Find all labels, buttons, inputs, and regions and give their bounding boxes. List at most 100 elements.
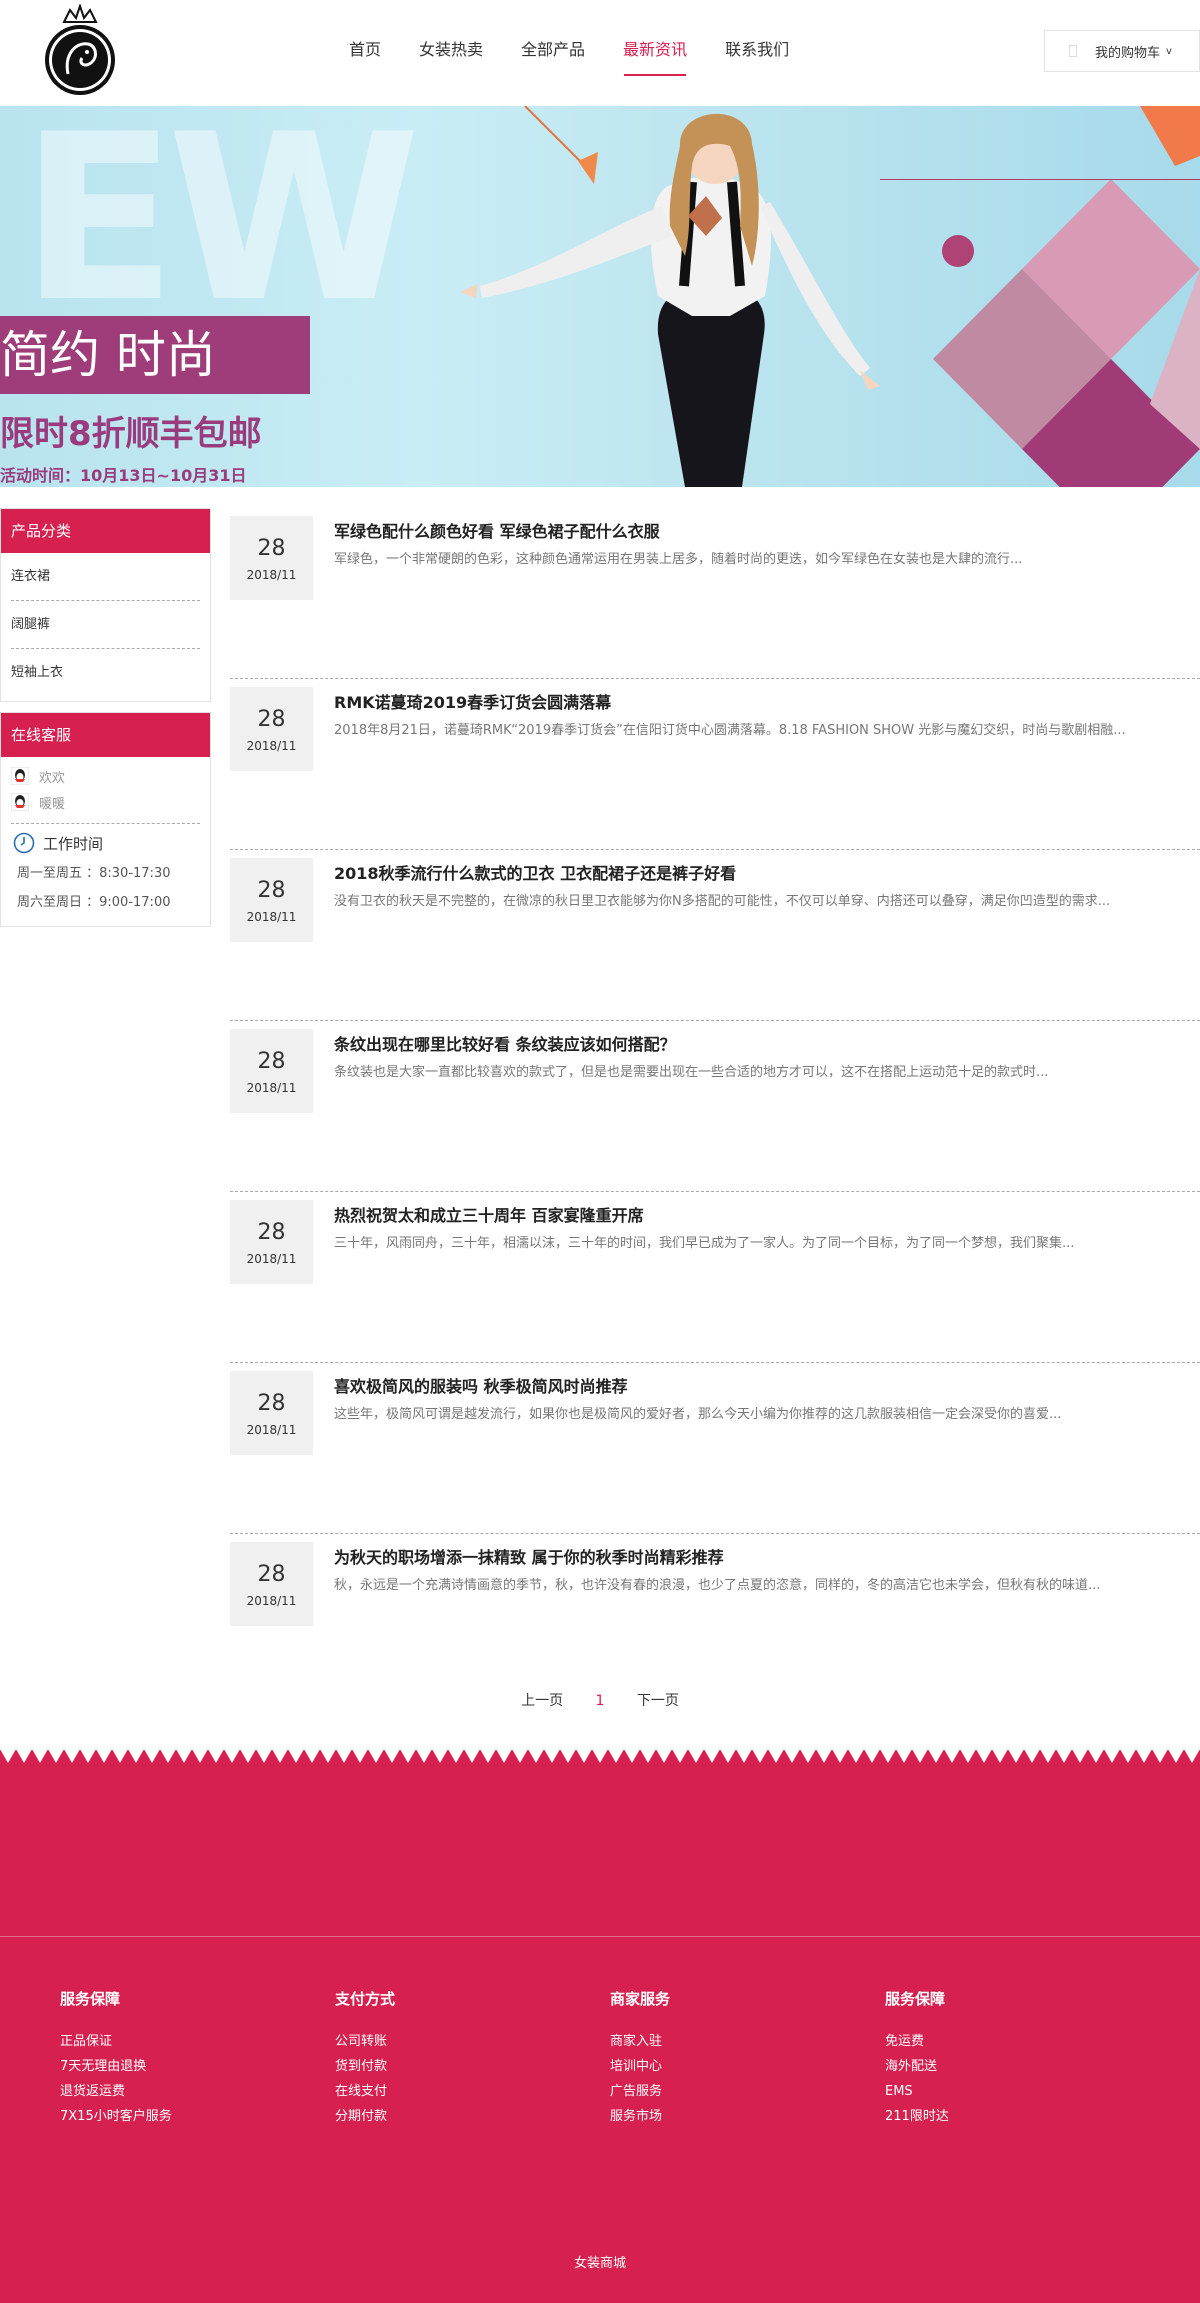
news-summary: 这些年，极简风可谓是越发流行，如果你也是极简风的爱好者，那么今天小编为你推荐的这…: [334, 1407, 1062, 1422]
logo[interactable]: [40, 2, 120, 100]
news-title-link[interactable]: 2018秋季流行什么款式的卫衣 卫衣配裙子还是裤子好看: [334, 860, 736, 884]
nav-all-products[interactable]: 全部产品: [502, 0, 604, 106]
footer-divider: [0, 1936, 1200, 1937]
cart-button[interactable]: 我的购物车 v: [1044, 30, 1200, 72]
news-year-month: 2018/11: [246, 1081, 297, 1095]
news-title-link[interactable]: RMK诺蔓琦2019春季订货会圆满落幕: [334, 689, 611, 713]
news-title-link[interactable]: 军绿色配什么颜色好看 军绿色裙子配什么衣服: [334, 518, 660, 542]
footer-link[interactable]: 广告服务: [610, 2079, 885, 2104]
next-page-link[interactable]: 下一页: [637, 1690, 679, 1710]
news-day: 28: [257, 1562, 286, 1587]
banner-promo: 限时8折顺丰包邮: [0, 414, 262, 454]
prev-page-link[interactable]: 上一页: [521, 1690, 563, 1710]
footer: 服务保障 正品保证 7天无理由退换 退货返运费 7X15小时客户服务 支付方式 …: [0, 1749, 1200, 2303]
news-day: 28: [257, 1220, 286, 1245]
footer-col-title: 支付方式: [335, 1990, 396, 2008]
pagination: 上一页 1 下一页: [0, 1690, 1200, 1710]
banner-slogan: 简约 时尚: [0, 316, 310, 394]
footer-link[interactable]: 211限时达: [885, 2104, 1160, 2129]
news-year-month: 2018/11: [246, 1423, 297, 1437]
news-day: 28: [257, 1049, 286, 1074]
footer-link[interactable]: 在线支付: [335, 2079, 610, 2104]
news-summary: 三十年，风雨同舟，三十年，相濡以沫，三十年的时间，我们早已成为了一家人。为了同一…: [334, 1236, 1075, 1251]
footer-link[interactable]: 7天无理由退换: [60, 2054, 335, 2079]
hero-banner[interactable]: EW 简约 时尚 限时8折顺丰包邮 活动时间：10月13日~10月31日: [0, 106, 1200, 487]
footer-link[interactable]: 退货返运费: [60, 2079, 335, 2104]
footer-link[interactable]: 免运费: [885, 2029, 1160, 2054]
news-day: 28: [257, 707, 286, 732]
banner-line: [880, 179, 1200, 180]
news-title-link[interactable]: 条纹出现在哪里比较好看 条纹装应该如何搭配？: [334, 1031, 676, 1055]
news-year-month: 2018/11: [246, 1594, 297, 1608]
cart-label: 我的购物车: [1095, 45, 1161, 61]
footer-link[interactable]: 货到付款: [335, 2054, 610, 2079]
news-item: 28 2018/11 2018秋季流行什么款式的卫衣 卫衣配裙子还是裤子好看 没…: [230, 850, 1200, 1021]
footer-zigzag: [0, 1749, 1200, 1763]
service-label: 欢欢: [39, 770, 66, 786]
news-item: 28 2018/11 军绿色配什么颜色好看 军绿色裙子配什么衣服 军绿色，一个非…: [230, 508, 1200, 679]
work-hours-weekday: 周一至周五 ：8:30-17:30: [17, 866, 171, 881]
chevron-down-icon: v: [1166, 45, 1172, 57]
service-item-nuannuan[interactable]: 暖暖: [11, 789, 200, 815]
service-list: 欢欢 暖暖: [1, 757, 210, 819]
news-summary: 条纹装也是大家一直都比较喜欢的款式了，但是也是需要出现在一些合适的地方才可以，这…: [334, 1065, 1049, 1080]
footer-col-title: 服务保障: [60, 1990, 121, 2008]
footer-link[interactable]: 公司转账: [335, 2029, 610, 2054]
footer-link[interactable]: 海外配送: [885, 2054, 1160, 2079]
cart-icon: [1069, 45, 1077, 57]
service-title: 在线客服: [1, 713, 210, 757]
service-item-huanhuan[interactable]: 欢欢: [11, 763, 200, 789]
footer-link[interactable]: 分期付款: [335, 2104, 610, 2129]
main-nav: 首页 女装热卖 全部产品 最新资讯 联系我们: [330, 0, 808, 106]
footer-link[interactable]: 服务市场: [610, 2104, 885, 2129]
footer-col-payment: 支付方式 公司转账 货到付款 在线支付 分期付款: [335, 1988, 610, 2129]
footer-col-title: 服务保障: [885, 1990, 946, 2008]
news-summary: 没有卫衣的秋天是不完整的，在微凉的秋日里卫衣能够为你N多搭配的可能性，不仅可以单…: [334, 894, 1111, 909]
news-date: 28 2018/11: [230, 858, 313, 942]
nav-contact[interactable]: 联系我们: [706, 0, 808, 106]
news-list: 28 2018/11 军绿色配什么颜色好看 军绿色裙子配什么衣服 军绿色，一个非…: [230, 508, 1200, 1705]
news-summary: 秋，永远是一个充满诗情画意的季节，秋，也许没有春的浪漫，也少了点夏的恣意，同样的…: [334, 1578, 1101, 1593]
service-label: 暖暖: [39, 796, 66, 812]
category-list: 连衣裙 阔腿裤 短袖上衣: [1, 553, 210, 701]
footer-link[interactable]: 7X15小时客户服务: [60, 2104, 335, 2129]
news-title-link[interactable]: 喜欢极简风的服装吗 秋季极简风时尚推荐: [334, 1373, 628, 1397]
footer-col-delivery: 服务保障 免运费 海外配送 EMS 211限时达: [885, 1988, 1160, 2129]
footer-link[interactable]: 正品保证: [60, 2029, 335, 2054]
header: 首页 女装热卖 全部产品 最新资讯 联系我们 我的购物车 v: [0, 0, 1200, 106]
work-hours-heading: 工作时间: [1, 824, 210, 856]
current-page[interactable]: 1: [596, 1693, 605, 1709]
category-item-dress[interactable]: 连衣裙: [11, 553, 200, 601]
news-year-month: 2018/11: [246, 568, 297, 582]
news-date: 28 2018/11: [230, 1200, 313, 1284]
news-day: 28: [257, 878, 286, 903]
footer-columns: 服务保障 正品保证 7天无理由退换 退货返运费 7X15小时客户服务 支付方式 …: [60, 1988, 1160, 2129]
category-item-short-sleeve[interactable]: 短袖上衣: [11, 649, 200, 697]
nav-home[interactable]: 首页: [330, 0, 400, 106]
news-summary: 军绿色，一个非常硬朗的色彩，这种颜色通常运用在男装上居多，随着时尚的更迭，如今军…: [334, 552, 1023, 567]
qq-icon: [11, 793, 29, 811]
news-title-link[interactable]: 为秋天的职场增添一抹精致 属于你的秋季时尚精彩推荐: [334, 1544, 724, 1568]
footer-col-service: 服务保障 正品保证 7天无理由退换 退货返运费 7X15小时客户服务: [60, 1988, 335, 2129]
news-item: 28 2018/11 喜欢极简风的服装吗 秋季极简风时尚推荐 这些年，极简风可谓…: [230, 1363, 1200, 1534]
clock-icon: [13, 832, 35, 854]
copyright: 女装商城: [573, 2256, 626, 2271]
banner-date: 活动时间：10月13日~10月31日: [0, 466, 247, 485]
news-day: 28: [257, 1391, 286, 1416]
footer-link[interactable]: EMS: [885, 2079, 1160, 2104]
news-date: 28 2018/11: [230, 687, 313, 771]
nav-hot-sale[interactable]: 女装热卖: [400, 0, 502, 106]
nav-news[interactable]: 最新资讯: [604, 0, 706, 106]
sidebar: 产品分类 连衣裙 阔腿裤 短袖上衣 在线客服 欢欢 暖暖 工作时间 周一至周五 …: [0, 508, 211, 937]
news-year-month: 2018/11: [246, 1252, 297, 1266]
news-item: 28 2018/11 热烈祝贺太和成立三十周年 百家宴隆重开席 三十年，风雨同舟…: [230, 1192, 1200, 1363]
news-title-link[interactable]: 热烈祝贺太和成立三十周年 百家宴隆重开席: [334, 1202, 644, 1226]
category-item-wide-pants[interactable]: 阔腿裤: [11, 601, 200, 649]
news-item: 28 2018/11 RMK诺蔓琦2019春季订货会圆满落幕 2018年8月21…: [230, 679, 1200, 850]
service-box: 在线客服 欢欢 暖暖 工作时间 周一至周五 ：8:30-17:30 周六至周日 …: [0, 712, 211, 927]
news-date: 28 2018/11: [230, 1029, 313, 1113]
footer-link[interactable]: 商家入驻: [610, 2029, 885, 2054]
work-hours-title: 工作时间: [43, 834, 104, 853]
footer-link[interactable]: 培训中心: [610, 2054, 885, 2079]
news-year-month: 2018/11: [246, 739, 297, 753]
